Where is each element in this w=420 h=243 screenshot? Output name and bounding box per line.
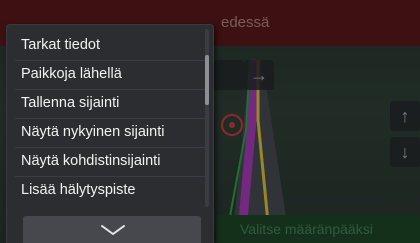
menu-item-save-location[interactable]: Tallenna sijainti [7, 89, 205, 118]
chevron-down-icon [101, 225, 125, 235]
menu-item-places-nearby[interactable]: Paikkoja lähellä [7, 60, 205, 89]
menu-scrollbar-thumb[interactable] [205, 55, 209, 105]
menu-item-show-current-location[interactable]: Näytä nykyinen sijainti [7, 118, 205, 147]
menu-item-details[interactable]: Tarkat tiedot [7, 31, 205, 60]
context-menu: Tarkat tiedot Paikkoja lähellä Tallenna … [6, 24, 214, 243]
more-options-button[interactable] [23, 216, 201, 243]
menu-item-add-alert-point[interactable]: Lisää hälytyspiste [7, 176, 205, 205]
menu-item-show-cursor-location[interactable]: Näytä kohdistinsijainti [7, 147, 205, 176]
